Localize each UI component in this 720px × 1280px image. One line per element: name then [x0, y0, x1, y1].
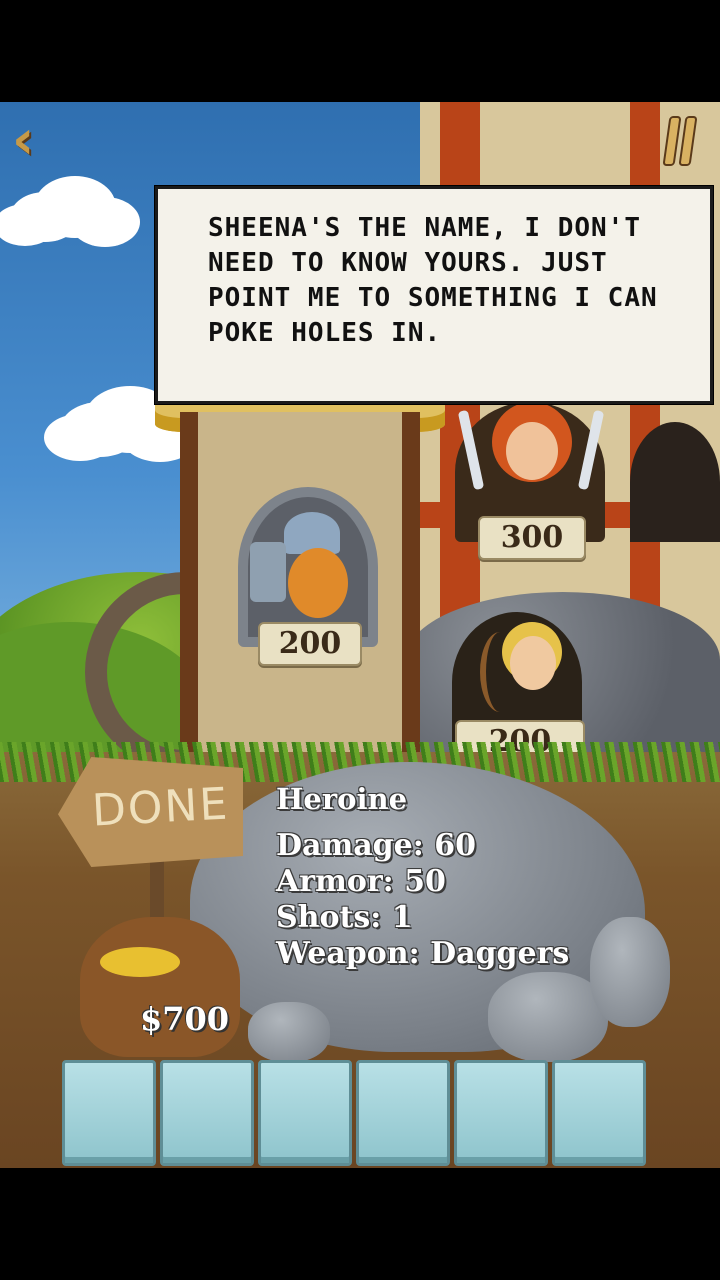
hero-name: Heroine	[276, 782, 408, 816]
price-viking[interactable]: 200	[258, 622, 362, 666]
viking-beard-icon	[288, 548, 348, 618]
hero-slot[interactable]	[160, 1060, 254, 1166]
hero-viking[interactable]	[248, 512, 368, 632]
stat-damage: Damage: 60	[276, 828, 476, 863]
hero-heroine[interactable]	[457, 402, 605, 522]
hero-slot[interactable]	[552, 1060, 646, 1166]
dagger-icon	[577, 409, 605, 491]
hero-slot[interactable]	[356, 1060, 450, 1166]
price-viking-label: 200	[278, 626, 342, 661]
pause-icon[interactable]	[662, 116, 700, 166]
dagger-icon	[457, 409, 485, 491]
stat-armor: Armor: 50	[276, 864, 446, 899]
hero-slot[interactable]	[62, 1060, 156, 1166]
hero-slot[interactable]	[258, 1060, 352, 1166]
gold-coins-icon	[100, 947, 180, 977]
cloud	[10, 192, 80, 242]
price-heroine[interactable]: 300	[478, 516, 586, 560]
money-amount: $700	[140, 1000, 230, 1038]
hero-elf-archer[interactable]	[462, 622, 582, 722]
cloud	[60, 402, 140, 457]
hammer-icon	[250, 542, 286, 602]
hero-slot[interactable]	[454, 1060, 548, 1166]
heroine-face-icon	[506, 422, 558, 480]
rock	[590, 917, 670, 1027]
stat-weapon: Weapon: Daggers	[276, 936, 570, 971]
hero-slots	[62, 1060, 646, 1166]
dark-window	[630, 422, 720, 542]
hero-stats-panel: Heroine Damage: 60 Armor: 50 Shots: 1 We…	[276, 782, 569, 972]
rock	[248, 1002, 330, 1062]
price-heroine-label: 300	[500, 520, 564, 555]
game-scene: 200 300 200 Heroine Damage: 60 Armor: 50…	[0, 102, 720, 1168]
stat-shots: Shots: 1	[276, 900, 413, 935]
back-arrow-icon[interactable]: ‹	[12, 112, 52, 172]
speech-text: Sheena's the name, I don't need to know …	[208, 213, 658, 348]
done-label[interactable]: DONE	[91, 778, 231, 836]
speech-bubble: Sheena's the name, I don't need to know …	[155, 186, 713, 404]
bow-icon	[480, 632, 520, 712]
